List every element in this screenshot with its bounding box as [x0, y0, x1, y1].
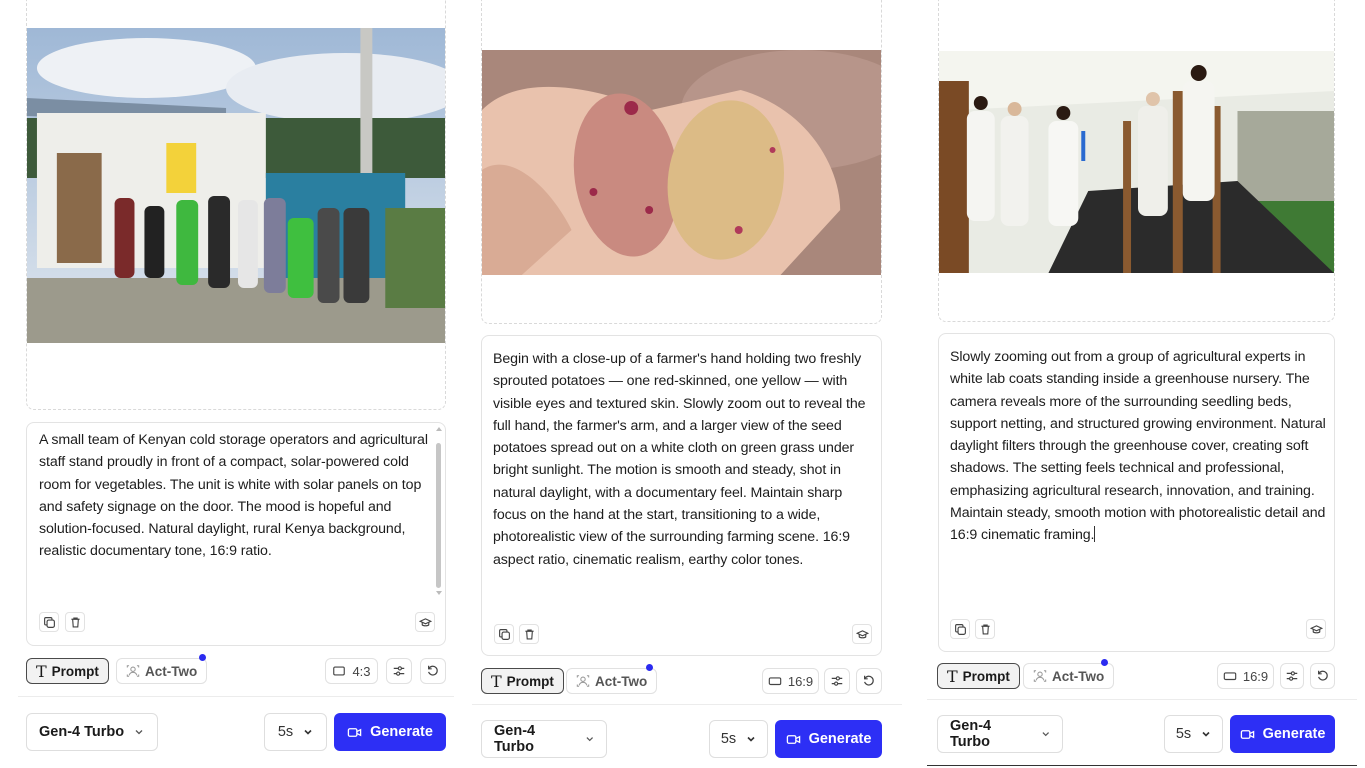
text-t-icon: T: [36, 661, 47, 681]
bottom-edge-line: [927, 765, 1357, 766]
settings-button[interactable]: [386, 658, 412, 684]
new-feature-dot: [199, 654, 206, 661]
image-card: [938, 0, 1335, 322]
act-two-icon: [1033, 670, 1047, 682]
reference-image-potatoes[interactable]: [482, 50, 881, 275]
reset-icon: [428, 665, 438, 676]
aspect-ratio-button[interactable]: 16:9: [1217, 663, 1274, 689]
copy-icon[interactable]: [950, 619, 970, 639]
prompt-mode-button[interactable]: T Prompt: [26, 658, 109, 684]
reset-icon: [864, 675, 874, 686]
prompt-text-content: Slowly zooming out from a group of agric…: [950, 349, 1326, 544]
act-two-mode-button[interactable]: Act-Two: [566, 668, 658, 694]
aspect-icon: [333, 666, 346, 676]
prompt-mode-button[interactable]: T Prompt: [937, 663, 1020, 689]
generate-button[interactable]: Generate: [334, 713, 446, 751]
video-camera-icon: [1240, 729, 1254, 739]
model-select[interactable]: Gen-4 Turbo: [26, 713, 158, 751]
divider: [472, 704, 902, 705]
settings-sliders-icon: [831, 676, 843, 686]
prompt-textarea[interactable]: A small team of Kenyan cold storage oper…: [39, 429, 429, 563]
copy-icon[interactable]: [494, 624, 514, 644]
prompt-box[interactable]: Begin with a close-up of a farmer's hand…: [481, 335, 882, 656]
aspect-ratio-button[interactable]: 4:3: [325, 658, 378, 684]
divider: [927, 699, 1357, 700]
model-select[interactable]: Gen-4 Turbo: [937, 715, 1063, 753]
prompt-mode-button[interactable]: T Prompt: [481, 668, 564, 694]
settings-sliders-icon: [1286, 671, 1298, 681]
trash-icon[interactable]: [975, 619, 995, 639]
new-feature-dot: [1101, 659, 1108, 666]
duration-select[interactable]: 5s: [264, 713, 327, 751]
copy-icon[interactable]: [39, 612, 59, 632]
mortarboard-icon[interactable]: [1306, 619, 1326, 639]
text-t-icon: T: [491, 671, 502, 691]
image-card: [26, 0, 446, 410]
act-two-icon: [576, 675, 590, 687]
act-two-icon: [126, 665, 140, 677]
chevron-down-icon: [304, 729, 312, 735]
act-two-mode-button[interactable]: Act-Two: [116, 658, 208, 684]
settings-button[interactable]: [824, 668, 850, 694]
duration-select[interactable]: 5s: [1164, 715, 1223, 753]
mortarboard-icon[interactable]: [415, 612, 435, 632]
video-camera-icon: [786, 734, 800, 744]
prompt-box[interactable]: Slowly zooming out from a group of agric…: [938, 333, 1335, 652]
video-camera-icon: [347, 727, 362, 737]
chevron-down-icon: [747, 736, 755, 742]
prompt-textarea[interactable]: Slowly zooming out from a group of agric…: [950, 346, 1328, 547]
prompt-textarea[interactable]: Begin with a close-up of a farmer's hand…: [493, 348, 875, 571]
reset-icon: [1317, 670, 1328, 681]
image-card: [481, 0, 882, 324]
settings-button[interactable]: [1280, 663, 1304, 689]
trash-icon[interactable]: [519, 624, 539, 644]
reset-button[interactable]: [420, 658, 446, 684]
divider: [18, 696, 454, 697]
reference-image-greenhouse[interactable]: [939, 51, 1334, 273]
new-feature-dot: [646, 664, 653, 671]
chevron-down-icon: [1041, 732, 1049, 737]
mortarboard-icon[interactable]: [852, 624, 872, 644]
text-caret: [1094, 526, 1096, 543]
aspect-icon: [768, 677, 782, 686]
aspect-icon: [1223, 672, 1237, 681]
reset-button[interactable]: [1310, 663, 1335, 689]
generate-button[interactable]: Generate: [1230, 715, 1335, 753]
generate-button[interactable]: Generate: [775, 720, 882, 758]
chevron-down-icon: [1202, 731, 1210, 737]
generation-panel-2: Begin with a close-up of a farmer's hand…: [460, 0, 915, 768]
duration-select[interactable]: 5s: [709, 720, 768, 758]
settings-sliders-icon: [393, 666, 405, 676]
prompt-box[interactable]: A small team of Kenyan cold storage oper…: [26, 422, 446, 646]
reset-button[interactable]: [856, 668, 882, 694]
aspect-ratio-button[interactable]: 16:9: [762, 668, 819, 694]
act-two-mode-button[interactable]: Act-Two: [1023, 663, 1115, 689]
chevron-down-icon: [585, 737, 593, 742]
trash-icon[interactable]: [65, 612, 85, 632]
model-select[interactable]: Gen-4 Turbo: [481, 720, 607, 758]
reference-image-cold-room[interactable]: [27, 28, 445, 343]
chevron-down-icon: [135, 730, 143, 735]
prompt-scrollbar[interactable]: [435, 427, 442, 597]
generation-panel-1: A small team of Kenyan cold storage oper…: [0, 0, 460, 768]
text-t-icon: T: [947, 666, 958, 686]
generation-panel-3: Slowly zooming out from a group of agric…: [915, 0, 1365, 768]
